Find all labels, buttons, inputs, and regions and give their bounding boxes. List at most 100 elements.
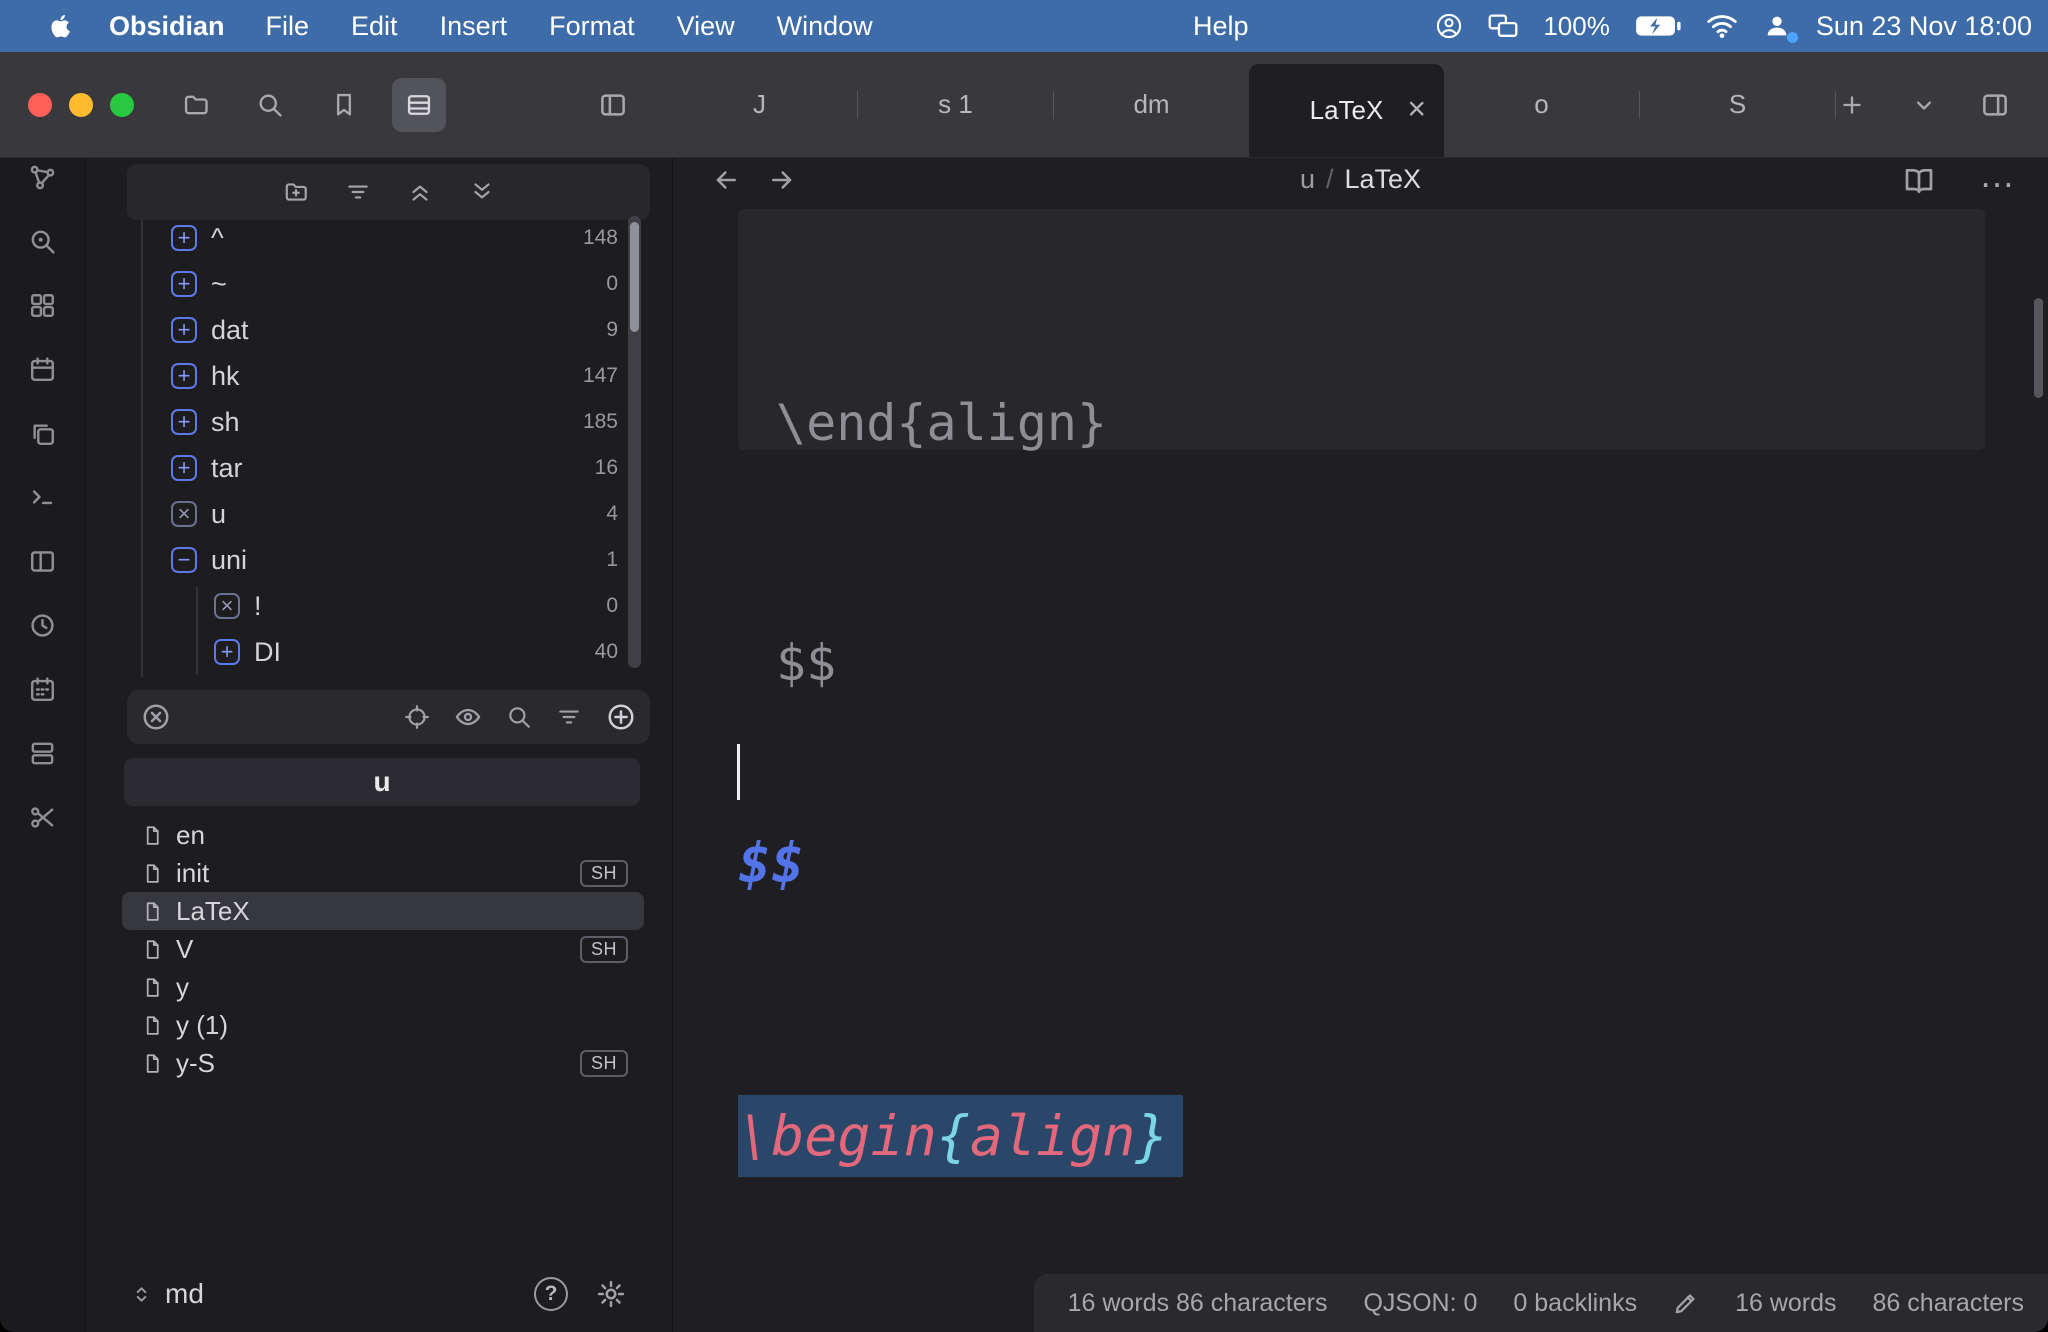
menu-help[interactable]: Help: [1172, 11, 1270, 42]
panel-right-toggle-icon[interactable]: [1980, 90, 2010, 120]
tree-item[interactable]: + dat 9: [86, 307, 672, 353]
minimize-window-button[interactable]: [69, 93, 93, 117]
calendar-icon[interactable]: [28, 355, 57, 384]
status-characters[interactable]: 86 characters: [1873, 1289, 2024, 1318]
apple-icon[interactable]: [30, 13, 89, 39]
tab-s1[interactable]: s 1: [858, 52, 1053, 157]
collapse-all-icon[interactable]: [407, 179, 433, 205]
search-input[interactable]: [171, 690, 404, 744]
file-row[interactable]: y: [122, 968, 644, 1006]
filter-small-icon[interactable]: [556, 704, 582, 730]
tab-o[interactable]: o: [1444, 52, 1639, 157]
new-folder-icon[interactable]: [283, 179, 309, 205]
minus-checkbox-icon[interactable]: −: [171, 547, 197, 573]
panel-left-toggle-icon[interactable]: [598, 90, 628, 120]
tree-item[interactable]: + sh 185: [86, 399, 672, 445]
eye-icon[interactable]: [454, 703, 482, 731]
tab-j[interactable]: J: [662, 52, 857, 157]
layout-icon[interactable]: [28, 547, 57, 576]
more-options-icon[interactable]: …: [1979, 158, 2015, 196]
search-icon[interactable]: [256, 91, 284, 119]
crosshair-icon[interactable]: [404, 704, 430, 730]
tree-item[interactable]: + DI 40: [86, 629, 672, 675]
status-qjson[interactable]: QJSON: 0: [1363, 1289, 1477, 1318]
app-menu[interactable]: Obsidian: [89, 11, 245, 42]
screen-mirroring-icon[interactable]: [1488, 13, 1518, 39]
stacked-tabs-icon[interactable]: [392, 78, 446, 132]
filter-icon[interactable]: [345, 179, 371, 205]
tree-item[interactable]: + ^ 148: [86, 215, 672, 261]
breadcrumb-folder[interactable]: u: [1300, 164, 1315, 195]
close-tab-icon[interactable]: ×: [1407, 90, 1426, 127]
tab-dm[interactable]: dm: [1054, 52, 1249, 157]
copy-icon[interactable]: [28, 419, 57, 448]
add-circle-icon[interactable]: [606, 702, 636, 732]
close-window-button[interactable]: [28, 93, 52, 117]
plus-checkbox-icon[interactable]: +: [171, 271, 197, 297]
folder-icon[interactable]: [182, 91, 210, 119]
menu-format[interactable]: Format: [528, 11, 656, 42]
reading-mode-icon[interactable]: [1903, 165, 1935, 197]
file-row[interactable]: en: [122, 816, 644, 854]
file-row-selected[interactable]: LaTeX: [122, 892, 644, 930]
tree-scrollbar-thumb[interactable]: [630, 222, 639, 332]
tree-item[interactable]: + hk 147: [86, 353, 672, 399]
menu-window[interactable]: Window: [756, 11, 894, 42]
status-wordcount[interactable]: 16 words 86 characters: [1068, 1289, 1328, 1318]
chevron-down-icon[interactable]: [1910, 91, 1938, 119]
menubar-clock[interactable]: Sun 23 Nov 18:00: [1816, 11, 2032, 42]
plus-checkbox-icon[interactable]: +: [171, 409, 197, 435]
menu-view[interactable]: View: [656, 11, 756, 42]
pencil-icon[interactable]: [1673, 1290, 1699, 1316]
vault-switcher-icon[interactable]: [130, 1283, 153, 1306]
inspect-icon[interactable]: [28, 227, 57, 256]
plus-checkbox-icon[interactable]: +: [171, 455, 197, 481]
math-source-block[interactable]: $$ \begin{align} a &= b \\ c &= d \tag*{…: [738, 636, 2048, 1332]
x-checkbox-icon[interactable]: ×: [171, 501, 197, 527]
search-small-icon[interactable]: [506, 704, 532, 730]
plus-checkbox-icon[interactable]: +: [171, 363, 197, 389]
vault-name[interactable]: md: [165, 1278, 204, 1310]
battery-charging-icon[interactable]: [1635, 14, 1681, 38]
plus-checkbox-icon[interactable]: +: [171, 225, 197, 251]
user-account-icon[interactable]: [1435, 12, 1463, 40]
status-backlinks[interactable]: 0 backlinks: [1513, 1289, 1637, 1318]
clear-search-icon[interactable]: [141, 702, 171, 732]
tree-item[interactable]: + ~ 0: [86, 261, 672, 307]
zoom-window-button[interactable]: [110, 93, 134, 117]
menu-file[interactable]: File: [245, 11, 331, 42]
plus-checkbox-icon[interactable]: +: [214, 639, 240, 665]
plus-checkbox-icon[interactable]: +: [171, 317, 197, 343]
editor-scrollbar-thumb[interactable]: [2034, 298, 2043, 398]
file-row[interactable]: y (1): [122, 1006, 644, 1044]
tree-item[interactable]: × u 4: [86, 491, 672, 537]
breadcrumb-file[interactable]: LaTeX: [1344, 164, 1421, 195]
help-icon[interactable]: ?: [534, 1277, 568, 1311]
file-row[interactable]: V SH: [122, 930, 644, 968]
tools-icon[interactable]: [28, 803, 57, 832]
grid-icon[interactable]: [28, 291, 57, 320]
new-tab-icon[interactable]: [1838, 91, 1866, 119]
tab-s[interactable]: S: [1640, 52, 1835, 157]
menu-insert[interactable]: Insert: [419, 11, 529, 42]
file-row[interactable]: y-S SH: [122, 1044, 644, 1082]
stack-icon[interactable]: [28, 739, 57, 768]
previous-math-block[interactable]: \end{align} $$: [738, 209, 1985, 450]
x-checkbox-icon[interactable]: ×: [214, 593, 240, 619]
settings-gear-icon[interactable]: [596, 1279, 626, 1309]
tree-item[interactable]: − uni 1: [86, 537, 672, 583]
tree-item[interactable]: + tar 16: [86, 445, 672, 491]
menu-edit[interactable]: Edit: [330, 11, 419, 42]
graph-icon[interactable]: [28, 163, 57, 192]
status-words[interactable]: 16 words: [1735, 1289, 1836, 1318]
clock-icon[interactable]: [28, 611, 57, 640]
wifi-icon[interactable]: [1706, 13, 1738, 39]
terminal-icon[interactable]: [28, 483, 57, 512]
file-row[interactable]: init SH: [122, 854, 644, 892]
calendar-grid-icon[interactable]: [28, 675, 57, 704]
user-switch-icon[interactable]: [1763, 12, 1791, 40]
tree-item[interactable]: × ! 0: [86, 583, 672, 629]
tab-latex-active[interactable]: LaTeX ×: [1249, 64, 1444, 157]
expand-all-icon[interactable]: [469, 179, 495, 205]
bookmark-icon[interactable]: [330, 91, 358, 119]
